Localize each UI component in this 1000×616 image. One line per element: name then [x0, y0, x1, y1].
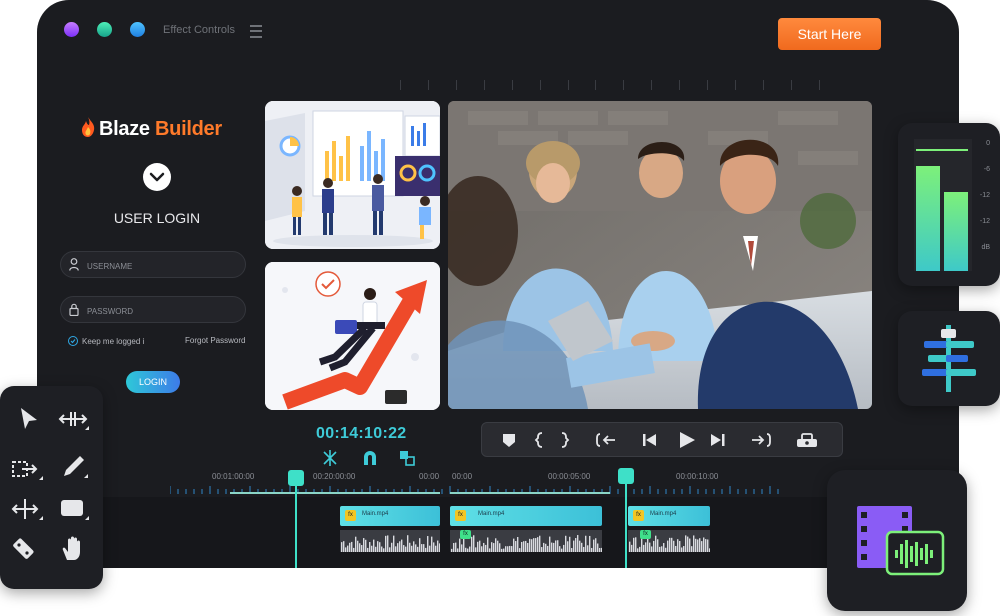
playhead-handle[interactable] — [288, 470, 304, 486]
timecode-display: 00:14:10:22 — [316, 425, 407, 442]
go-to-in-icon[interactable] — [595, 431, 617, 449]
password-input[interactable] — [85, 301, 239, 321]
username-field[interactable] — [60, 251, 246, 278]
step-back-icon[interactable] — [640, 431, 662, 449]
hand-icon[interactable] — [58, 534, 88, 564]
clip-label: Main.mp4 — [478, 511, 505, 517]
clip-label: Main.mp4 — [362, 511, 389, 517]
media-thumbnail-growth[interactable] — [265, 262, 440, 410]
link-icon[interactable] — [398, 449, 416, 467]
media-thumbnail-presentation[interactable] — [265, 101, 440, 249]
top-ruler — [400, 80, 820, 92]
meter-bar-right — [944, 192, 968, 271]
audio-fx-badge: fx — [460, 530, 471, 539]
password-field[interactable] — [60, 296, 246, 323]
window-control-blue[interactable] — [130, 22, 145, 37]
magnet-icon[interactable] — [361, 449, 379, 467]
audio-waveform[interactable] — [450, 530, 602, 552]
film-audio-icon — [857, 506, 945, 576]
start-here-button[interactable]: Start Here — [778, 18, 881, 50]
logo-text-primary: Blaze — [99, 118, 150, 140]
audio-fx-badge: fx — [640, 530, 651, 539]
lock-icon — [69, 303, 79, 316]
transport-controls — [481, 422, 843, 457]
timeline-tick-label: 00:20:00:00 — [313, 472, 356, 481]
fx-badge: fx — [455, 510, 466, 521]
playhead-line — [625, 484, 627, 568]
playhead-line — [295, 484, 297, 568]
chevron-down-icon[interactable] — [143, 163, 171, 191]
select-arrow-icon[interactable] — [14, 404, 44, 434]
rectangle-icon[interactable] — [58, 494, 89, 524]
clip-label: Main.mp4 — [650, 511, 677, 517]
audio-meter-card: 0 -6 -12 -12 dB — [898, 123, 1000, 286]
audio-mixer-icon — [922, 325, 976, 392]
meter-scale-label: 0 — [986, 140, 990, 147]
step-forward-icon[interactable] — [707, 431, 729, 449]
brand-logo: Blaze Builder — [80, 116, 222, 141]
go-to-out-icon[interactable] — [750, 431, 772, 449]
audio-meter — [914, 139, 972, 271]
fx-badge: fx — [633, 510, 644, 521]
window-control-green[interactable] — [97, 22, 112, 37]
timeline-tick-label: 00:00:05:00 — [548, 472, 591, 481]
split-icon[interactable] — [321, 449, 339, 467]
razor-icon[interactable] — [8, 534, 38, 564]
selection-range — [230, 492, 440, 494]
tools-palette — [0, 386, 103, 589]
meter-scale-label: dB — [981, 244, 990, 251]
track-select-icon[interactable] — [10, 454, 43, 484]
timeline-tick-label: 00:00 — [419, 472, 440, 481]
login-heading: USER LOGIN — [113, 210, 201, 226]
video-clip[interactable]: fx Main.mp4 — [628, 506, 710, 526]
meter-scale-label: -12 — [979, 218, 990, 225]
ripple-trim-icon[interactable] — [56, 404, 89, 434]
audio-mixer-card[interactable] — [898, 311, 1000, 406]
export-frame-icon[interactable] — [794, 431, 817, 449]
media-audio-card[interactable] — [827, 470, 967, 611]
keep-logged-in-checkbox[interactable]: Keep me logged i — [68, 336, 144, 346]
bracket-in-out-icon[interactable] — [534, 431, 570, 449]
video-preview[interactable] — [448, 101, 872, 409]
login-button[interactable]: LOGIN — [126, 371, 180, 393]
timeline-tick-label: 00:00 — [452, 472, 473, 481]
meter-bar-left — [916, 166, 940, 271]
menu-icon[interactable] — [250, 25, 262, 38]
fx-badge: fx — [345, 510, 356, 521]
logo-text-secondary: Builder — [149, 118, 222, 140]
window-control-purple[interactable] — [64, 22, 79, 37]
username-input[interactable] — [85, 256, 239, 276]
flame-logo-icon — [82, 117, 95, 137]
meter-scale-label: -6 — [983, 166, 990, 173]
selection-range — [450, 492, 610, 494]
audio-waveform[interactable] — [340, 530, 440, 552]
check-icon — [68, 336, 78, 346]
timeline-tick-label: 00:01:00:00 — [212, 472, 255, 481]
playhead-handle[interactable] — [618, 468, 634, 484]
user-icon — [69, 258, 79, 271]
forgot-password-link[interactable]: Forgot Password — [185, 336, 245, 345]
video-clip[interactable]: fx Main.mp4 — [340, 506, 440, 526]
meter-scale-label: -12 — [979, 192, 990, 199]
marker-icon[interactable] — [498, 431, 520, 449]
peak-indicator — [916, 149, 968, 151]
panel-title: Effect Controls — [163, 24, 235, 36]
play-icon[interactable] — [675, 431, 697, 449]
video-clip[interactable]: fx Main.mp4 — [450, 506, 602, 526]
move-icon[interactable] — [10, 494, 43, 524]
timeline-tick-label: 00:00:10:00 — [676, 472, 719, 481]
keep-logged-in-label: Keep me logged i — [82, 337, 145, 346]
pen-icon[interactable] — [58, 452, 88, 482]
